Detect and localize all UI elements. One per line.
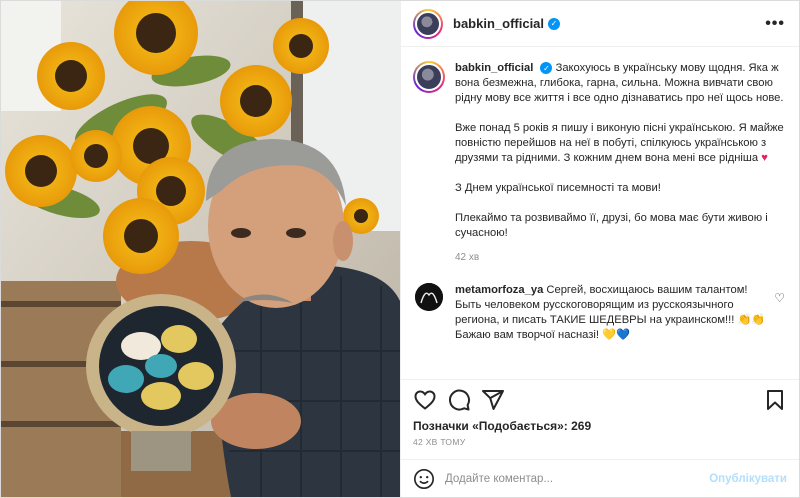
comment-icon[interactable] [447, 388, 471, 412]
comment-item: metamorfoza_ya Сергей, восхищаюсь вашим … [413, 283, 785, 343]
caption-username[interactable]: babkin_official [455, 62, 533, 74]
share-icon[interactable] [481, 388, 505, 412]
post-caption: babkin_official ✓ Закохуюсь в українську… [413, 61, 785, 265]
verified-icon: ✓ [548, 17, 561, 30]
clap-emoji: 👏👏 [737, 314, 766, 326]
hearts-emoji: 💛💙 [602, 329, 630, 341]
commenter-username[interactable]: metamorfoza_ya [455, 284, 543, 296]
caption-paragraph-1: babkin_official ✓ Закохуюсь в українську… [455, 61, 785, 106]
bookmark-icon[interactable] [763, 388, 787, 412]
comment-body: metamorfoza_ya Сергей, восхищаюсь вашим … [455, 283, 773, 343]
red-heart-emoji: ♥ [761, 152, 768, 164]
caption-avatar[interactable] [413, 61, 445, 93]
posted-time[interactable]: 42 ХВ ТОМУ [401, 437, 799, 459]
post-actions-bar [401, 379, 799, 419]
post-header: babkin_official ✓ ••• [401, 1, 799, 47]
caption-text-2: Вже понад 5 років я пишу і виконую пісні… [455, 122, 784, 164]
more-icon[interactable]: ••• [765, 15, 785, 33]
caption-timestamp[interactable]: 42 хв [455, 250, 785, 265]
comment-input[interactable] [445, 472, 710, 485]
author-username[interactable]: babkin_official [453, 16, 544, 31]
caption-body: babkin_official ✓ Закохуюсь в українську… [455, 61, 785, 265]
commenter-avatar[interactable] [415, 283, 443, 311]
comments-area[interactable]: babkin_official ✓ Закохуюсь в українську… [401, 47, 799, 379]
post-details-panel: babkin_official ✓ ••• babkin_official ✓ … [400, 1, 799, 497]
author-avatar[interactable] [413, 8, 443, 39]
commenter-avatar-art [415, 283, 443, 311]
likes-count[interactable]: Позначки «Подобається»: 269 [401, 419, 799, 437]
add-comment-bar: Опублікувати [401, 459, 799, 497]
comment-text-2: Бажаю вам творчої насназі! [455, 329, 600, 341]
emoji-icon[interactable] [413, 468, 435, 490]
instagram-post-modal: babkin_official ✓ ••• babkin_official ✓ … [0, 0, 800, 498]
caption-paragraph-3: З Днем української писемності та мови! [455, 182, 661, 194]
comment-like-icon[interactable]: ♡ [774, 291, 785, 305]
caption-paragraph-2: Вже понад 5 років я пишу і виконую пісні… [455, 121, 785, 166]
post-photo-illustration [1, 1, 400, 497]
heart-icon[interactable] [413, 388, 437, 412]
post-comment-button[interactable]: Опублікувати [709, 473, 787, 485]
caption-paragraph-4: Плекаймо та розвиваймо її, друзі, бо мов… [455, 212, 768, 239]
post-photo[interactable] [1, 1, 400, 497]
verified-icon: ✓ [540, 62, 553, 75]
